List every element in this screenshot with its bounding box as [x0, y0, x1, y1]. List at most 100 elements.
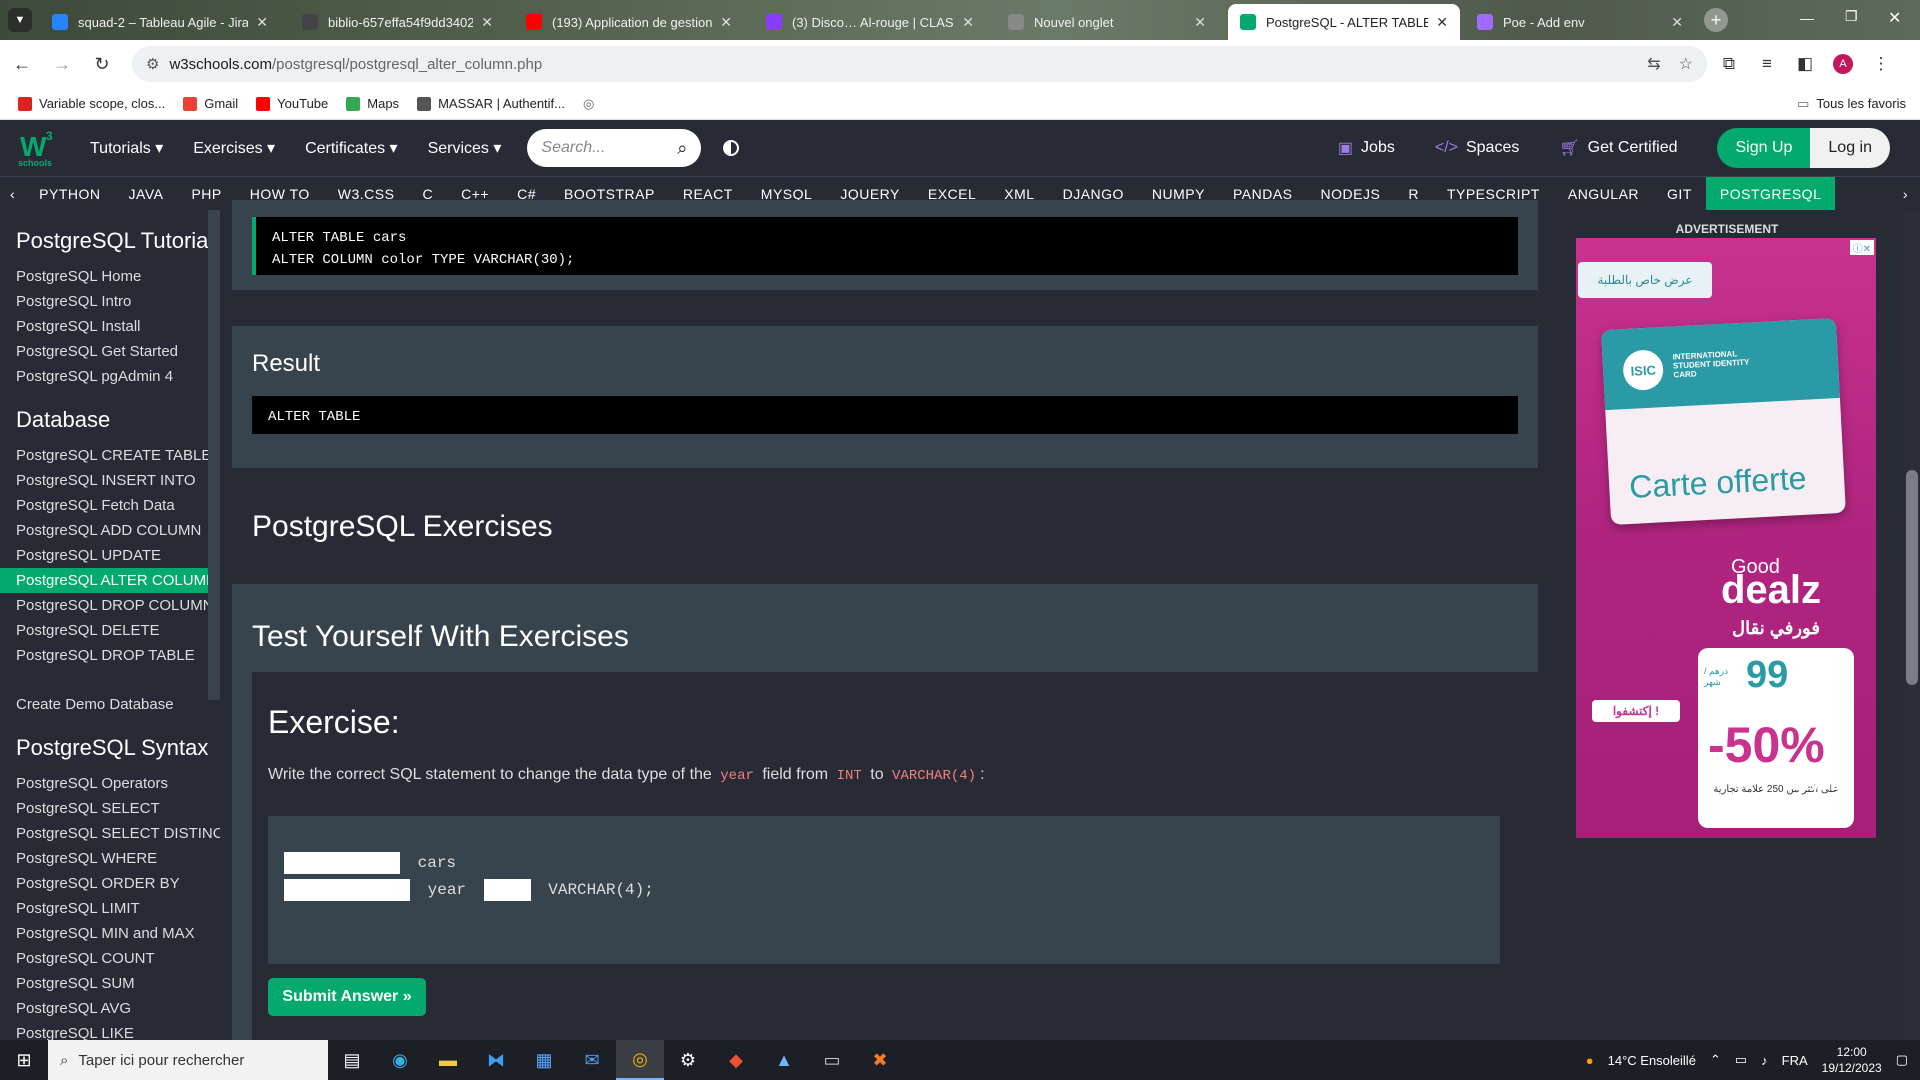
- minimize-button[interactable]: —: [1800, 10, 1814, 26]
- search-icon[interactable]: ⌕: [677, 138, 687, 159]
- weather-text[interactable]: 14°C Ensoleillé: [1608, 1053, 1696, 1068]
- ad-cta-button[interactable]: إكتشفوا !: [1592, 700, 1680, 722]
- restore-button[interactable]: ❐: [1845, 8, 1858, 25]
- spaces-link[interactable]: </> Spaces: [1435, 139, 1520, 157]
- windows-start-icon[interactable]: ⊞: [0, 1040, 48, 1080]
- network-icon[interactable]: ▭: [1735, 1052, 1747, 1068]
- media-icon[interactable]: ≡: [1751, 48, 1783, 80]
- bookmark-item[interactable]: MASSAR | Authentif...: [417, 96, 565, 111]
- jobs-link[interactable]: ▣ Jobs: [1338, 138, 1395, 158]
- tab-close-icon[interactable]: ✕: [256, 14, 268, 31]
- sidebar-link[interactable]: PostgreSQL DROP COLUMN: [0, 593, 220, 618]
- bookmark-item[interactable]: Variable scope, clos...: [18, 96, 165, 111]
- browser-tab[interactable]: Poe - Add env ✕: [1465, 4, 1695, 40]
- avatar[interactable]: A: [1827, 48, 1859, 80]
- bookmark-item[interactable]: Maps: [346, 96, 399, 111]
- task-view-icon[interactable]: ▤: [328, 1040, 376, 1080]
- log-in-button[interactable]: Log in: [1810, 128, 1890, 168]
- subnav-item[interactable]: GIT: [1653, 177, 1706, 211]
- subnav-item[interactable]: PYTHON: [25, 177, 114, 211]
- sidebar-link[interactable]: PostgreSQL Install: [0, 314, 220, 339]
- extensions-icon[interactable]: ⧉: [1713, 48, 1745, 80]
- answer-field-3[interactable]: [483, 879, 531, 901]
- back-icon[interactable]: ←: [4, 46, 40, 82]
- browser-tab[interactable]: (193) Application de gestion ✕: [514, 4, 744, 40]
- subnav-item[interactable]: POSTGRESQL: [1705, 176, 1836, 211]
- git-icon[interactable]: ◆: [712, 1040, 760, 1080]
- advertisement-banner[interactable]: ⓘ✕ عرض خاص بالطلبة ISIC INTERNATIONAL ST…: [1576, 238, 1876, 838]
- sidebar-link[interactable]: PostgreSQL WHERE: [0, 846, 220, 871]
- reload-icon[interactable]: ↻: [84, 46, 120, 82]
- close-window-button[interactable]: ✕: [1888, 8, 1901, 28]
- subnav-item[interactable]: ANGULAR: [1554, 177, 1653, 211]
- settings-icon[interactable]: ⚙: [664, 1040, 712, 1080]
- sidebar-link[interactable]: PostgreSQL COUNT: [0, 946, 220, 971]
- taskbar-search-input[interactable]: ⌕ Taper ici pour rechercher: [48, 1040, 328, 1080]
- sidebar-link[interactable]: PostgreSQL Get Started: [0, 339, 220, 364]
- file-explorer-icon[interactable]: ▬: [424, 1040, 472, 1080]
- edge-icon[interactable]: ◉: [376, 1040, 424, 1080]
- url-input[interactable]: ⚙ w3schools.com/postgresql/postgresql_al…: [132, 46, 1707, 82]
- sidebar-link[interactable]: PostgreSQL pgAdmin 4: [0, 364, 220, 389]
- globe-icon[interactable]: ◎: [583, 96, 594, 112]
- sidebar-link[interactable]: PostgreSQL CREATE TABLE: [0, 443, 220, 468]
- contrast-toggle-icon[interactable]: [723, 140, 740, 156]
- sidebar-link[interactable]: PostgreSQL MIN and MAX: [0, 921, 220, 946]
- ad-close-icon[interactable]: ⓘ✕: [1849, 240, 1874, 255]
- bookmark-item[interactable]: YouTube: [256, 96, 328, 111]
- menu-exercises[interactable]: Exercises ▾: [193, 138, 275, 158]
- submit-answer-button[interactable]: Submit Answer »: [268, 978, 426, 1016]
- page-scrollbar-thumb[interactable]: [1906, 470, 1918, 685]
- tab-close-icon[interactable]: ✕: [1194, 14, 1206, 31]
- xampp-icon[interactable]: ✖: [856, 1040, 904, 1080]
- sidebar-link[interactable]: PostgreSQL ADD COLUMN: [0, 518, 220, 543]
- tab-close-icon[interactable]: ✕: [1671, 14, 1683, 31]
- language-indicator[interactable]: FRA: [1782, 1053, 1808, 1068]
- store-icon[interactable]: ▦: [520, 1040, 568, 1080]
- mail-icon[interactable]: ✉: [568, 1040, 616, 1080]
- browser-tab[interactable]: squad-2 – Tableau Agile - Jira ✕: [40, 4, 280, 40]
- sign-up-button[interactable]: Sign Up: [1717, 128, 1811, 168]
- sidebar-scrollbar[interactable]: [208, 210, 220, 700]
- answer-field-2[interactable]: [284, 879, 410, 901]
- sidebar-link[interactable]: PostgreSQL SELECT DISTINCT: [0, 821, 220, 846]
- sidebar-link[interactable]: PostgreSQL SELECT: [0, 796, 220, 821]
- sidebar-link[interactable]: PostgreSQL DROP TABLE: [0, 643, 220, 668]
- site-info-icon[interactable]: ⚙: [146, 55, 159, 73]
- sidebar-link[interactable]: PostgreSQL AVG: [0, 996, 220, 1021]
- clock[interactable]: 12:00 19/12/2023: [1822, 1044, 1882, 1076]
- sidebar-link[interactable]: PostgreSQL Operators: [0, 771, 220, 796]
- volume-icon[interactable]: ♪: [1761, 1053, 1768, 1068]
- sidebar-link[interactable]: PostgreSQL SUM: [0, 971, 220, 996]
- vscode-icon[interactable]: ⧓: [472, 1040, 520, 1080]
- browser-tab[interactable]: biblio-657effa54f9dd3402676 ✕: [290, 4, 505, 40]
- bookmark-item[interactable]: Gmail: [183, 96, 238, 111]
- paint-icon[interactable]: ▲: [760, 1040, 808, 1080]
- tab-close-icon[interactable]: ✕: [481, 14, 493, 31]
- menu-services[interactable]: Services ▾: [428, 138, 502, 158]
- forward-icon[interactable]: →: [44, 46, 80, 82]
- sidebar-link[interactable]: PostgreSQL ALTER COLUMN: [0, 568, 220, 593]
- sidebar-link[interactable]: PostgreSQL DELETE: [0, 618, 220, 643]
- subnav-item[interactable]: JAVA: [115, 177, 178, 211]
- menu-icon[interactable]: ⋮: [1865, 48, 1897, 80]
- new-tab-button[interactable]: +: [1704, 8, 1728, 32]
- side-panel-icon[interactable]: ◧: [1789, 48, 1821, 80]
- menu-certificates[interactable]: Certificates ▾: [305, 138, 398, 158]
- tab-close-icon[interactable]: ✕: [962, 14, 974, 31]
- w3schools-logo[interactable]: W3 schools: [18, 126, 58, 170]
- tab-close-icon[interactable]: ✕: [720, 14, 732, 31]
- tab-search-button[interactable]: ▼: [8, 8, 32, 32]
- sidebar-link[interactable]: PostgreSQL UPDATE: [0, 543, 220, 568]
- get-certified-link[interactable]: 🛒︎ Get Certified: [1559, 138, 1677, 158]
- browser-tab[interactable]: PostgreSQL - ALTER TABLE - Al ✕: [1228, 4, 1460, 40]
- search-input[interactable]: Search... ⌕: [527, 129, 702, 167]
- browser-tab[interactable]: Nouvel onglet ✕: [996, 4, 1218, 40]
- terminal-icon[interactable]: ▭: [808, 1040, 856, 1080]
- notifications-icon[interactable]: ▢: [1896, 1052, 1908, 1068]
- chrome-icon[interactable]: ◎: [616, 1040, 664, 1080]
- all-bookmarks[interactable]: ▭ Tous les favoris: [1797, 96, 1906, 112]
- sidebar-link[interactable]: PostgreSQL LIKE: [0, 1021, 220, 1040]
- sidebar-link[interactable]: Create Demo Database: [0, 692, 220, 717]
- sidebar-link[interactable]: PostgreSQL ORDER BY: [0, 871, 220, 896]
